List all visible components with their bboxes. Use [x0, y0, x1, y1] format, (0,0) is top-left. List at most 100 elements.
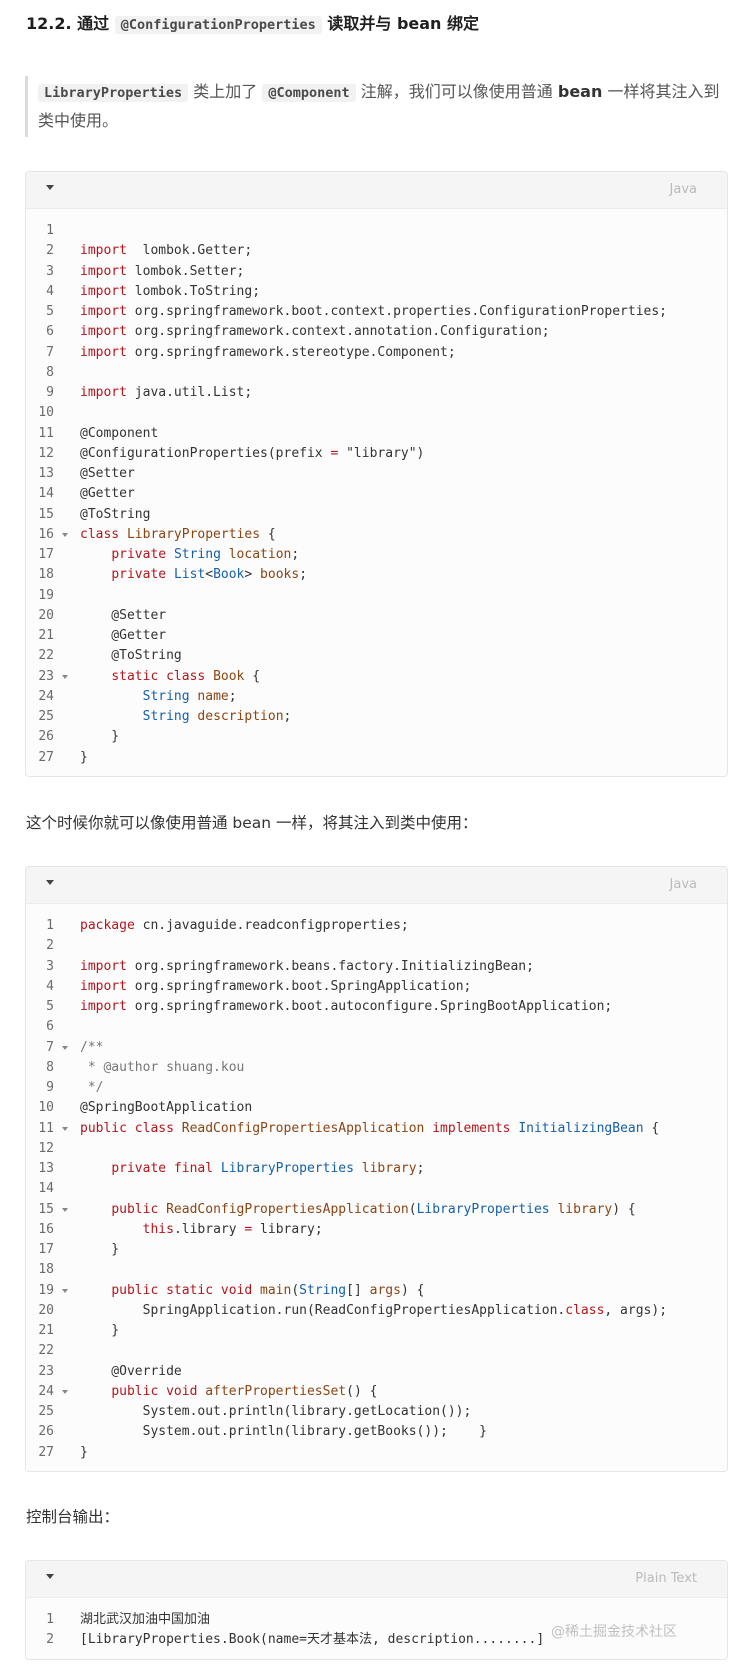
code-token: library — [361, 1161, 417, 1176]
code-token: LibraryProperties — [220, 1161, 354, 1176]
code-token: String — [173, 547, 221, 562]
line-number: 2 — [46, 243, 54, 259]
code-line: 6 import org.springframework.context.anno… — [26, 322, 727, 342]
code-line: 27} — [26, 1443, 727, 1463]
code-token: @SpringBootApplication — [80, 1100, 253, 1116]
code-token: String — [142, 709, 190, 724]
fold-arrow-icon[interactable] — [62, 1288, 68, 1293]
paragraph-inject-bean: 这个时候你就可以像使用普通 bean 一样，将其注入到类中使用： — [26, 814, 478, 832]
code-text: * @author shuang.kou — [80, 1058, 245, 1078]
code-token: * @author shuang.kou — [80, 1059, 245, 1075]
line-number: 22 — [38, 648, 54, 664]
line-number: 23 — [38, 1363, 54, 1379]
line-number: 4 — [46, 283, 54, 299]
line-number: 24 — [38, 688, 54, 704]
code-text: } — [80, 748, 88, 768]
code-token: } — [80, 1242, 120, 1257]
collapse-toggle-icon[interactable] — [46, 880, 54, 885]
code-line: 13 @Setter — [26, 464, 727, 484]
collapse-toggle-icon[interactable] — [46, 1574, 54, 1579]
code-language-label: Plain Text — [635, 1571, 697, 1586]
paragraph-console-output: 控制台输出： — [26, 1508, 120, 1526]
line-number: 8 — [46, 364, 54, 380]
code-line: 1 — [26, 221, 727, 241]
code-token: ) { — [612, 1201, 636, 1217]
code-text: private List<Book> books; — [80, 565, 307, 585]
code-token: String — [142, 688, 190, 704]
code-line: 12 @ConfigurationProperties(prefix = "lib… — [26, 444, 727, 464]
code-token: */ — [80, 1080, 104, 1095]
code-text: @Setter — [80, 464, 135, 484]
code-line: 17 } — [26, 1240, 727, 1260]
line-number: 25 — [38, 709, 54, 724]
line-number: 7 — [46, 1039, 54, 1055]
code-block-header: Java — [26, 172, 727, 209]
line-number: 12 — [38, 1140, 54, 1156]
code-language-label: Java — [669, 182, 697, 197]
line-number: 8 — [46, 1059, 54, 1075]
code-token: description — [197, 709, 284, 724]
code-text: public class ReadConfigPropertiesApplica… — [80, 1119, 659, 1139]
code-token: @ConfigurationProperties(prefix — [80, 445, 331, 461]
code-body: 1 package cn.javaguide.readconfigproperti… — [26, 904, 727, 1471]
code-line: 13 private final LibraryProperties libra… — [26, 1159, 727, 1179]
fold-arrow-icon[interactable] — [62, 1207, 68, 1212]
fold-arrow-icon[interactable] — [62, 674, 68, 679]
code-token: ( — [408, 1201, 417, 1217]
code-text: import org.springframework.stereotype.Co… — [80, 343, 456, 363]
code-text: import org.springframework.boot.SpringAp… — [80, 977, 471, 997]
code-token: class — [565, 1302, 605, 1318]
fold-arrow-icon[interactable] — [62, 1389, 68, 1394]
code-token: import — [80, 283, 127, 299]
code-line: 4 import lombok.ToString; — [26, 282, 727, 302]
fold-arrow-icon[interactable] — [62, 1045, 68, 1050]
line-number: 19 — [38, 587, 54, 603]
note-bold-bean: bean — [557, 82, 603, 101]
code-text: @Setter — [80, 606, 166, 626]
fold-arrow-icon[interactable] — [62, 1126, 68, 1131]
code-token: ; — [416, 1161, 425, 1176]
line-number: 21 — [38, 1323, 54, 1338]
code-token: import — [80, 304, 127, 319]
code-token: main — [260, 1282, 292, 1298]
code-token: library — [557, 1201, 613, 1217]
collapse-toggle-icon[interactable] — [46, 185, 54, 190]
code-token: [] — [346, 1282, 370, 1298]
code-line: 15 @ToString — [26, 505, 727, 525]
code-token: package — [80, 918, 135, 933]
fold-arrow-icon[interactable] — [62, 532, 68, 537]
code-token: import — [80, 243, 127, 259]
note-text-1: 类上加了 — [193, 82, 258, 101]
code-token: InitializingBean — [518, 1120, 644, 1136]
code-token: public static void — [111, 1282, 253, 1298]
code-text: public ReadConfigPropertiesApplication(L… — [80, 1200, 636, 1220]
line-number: 5 — [46, 304, 54, 319]
code-text: public static void main(String[] args) { — [80, 1281, 424, 1301]
code-token: lombok.ToString; — [126, 283, 261, 299]
code-line: 2 import lombok.Getter; — [26, 241, 727, 261]
code-token: > — [244, 567, 261, 583]
line-number: 2 — [46, 938, 54, 954]
heading-suffix: 读取并与 bean 绑定 — [327, 14, 480, 33]
code-token: () { — [346, 1383, 378, 1399]
code-text: this.library = library; — [80, 1220, 323, 1240]
line-number: 13 — [38, 466, 54, 481]
code-token: @ToString — [80, 506, 151, 522]
line-number: 14 — [38, 486, 54, 502]
code-token: Book — [213, 567, 245, 583]
line-number: 13 — [38, 1161, 54, 1176]
code-text: import lombok.Setter; — [80, 262, 244, 282]
code-body: 1 2 import lombok.Getter; 3 import lombok.Se… — [26, 209, 727, 776]
code-text: @Getter — [80, 626, 166, 646]
code-text: private String location; — [80, 545, 299, 565]
code-line: 3 import lombok.Setter; — [26, 262, 727, 282]
